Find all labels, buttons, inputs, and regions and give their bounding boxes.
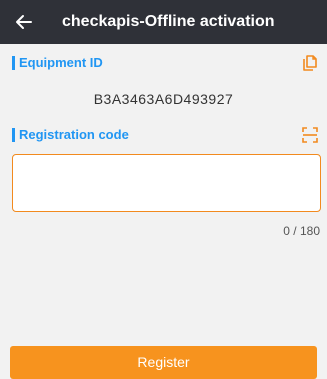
top-app-bar: checkapis-Offline activation [0, 0, 327, 44]
registration-code-label: Registration code [19, 127, 129, 142]
scan-icon[interactable] [301, 126, 319, 144]
page-title: checkapis-Offline activation [62, 13, 275, 30]
equipment-section-header: Equipment ID [0, 50, 327, 76]
registration-section-header: Registration code [0, 122, 327, 148]
section-accent-bar [12, 56, 15, 70]
arrow-left-icon [16, 15, 32, 29]
character-counter: 0 / 180 [283, 224, 320, 238]
section-accent-bar [12, 128, 15, 142]
equipment-id-label: Equipment ID [19, 55, 103, 70]
registration-code-input[interactable] [12, 154, 321, 212]
back-button[interactable] [10, 8, 38, 36]
equipment-id-value: B3A3463A6D493927 [93, 91, 234, 107]
copy-icon[interactable] [301, 54, 319, 72]
register-button[interactable]: Register [10, 346, 317, 379]
